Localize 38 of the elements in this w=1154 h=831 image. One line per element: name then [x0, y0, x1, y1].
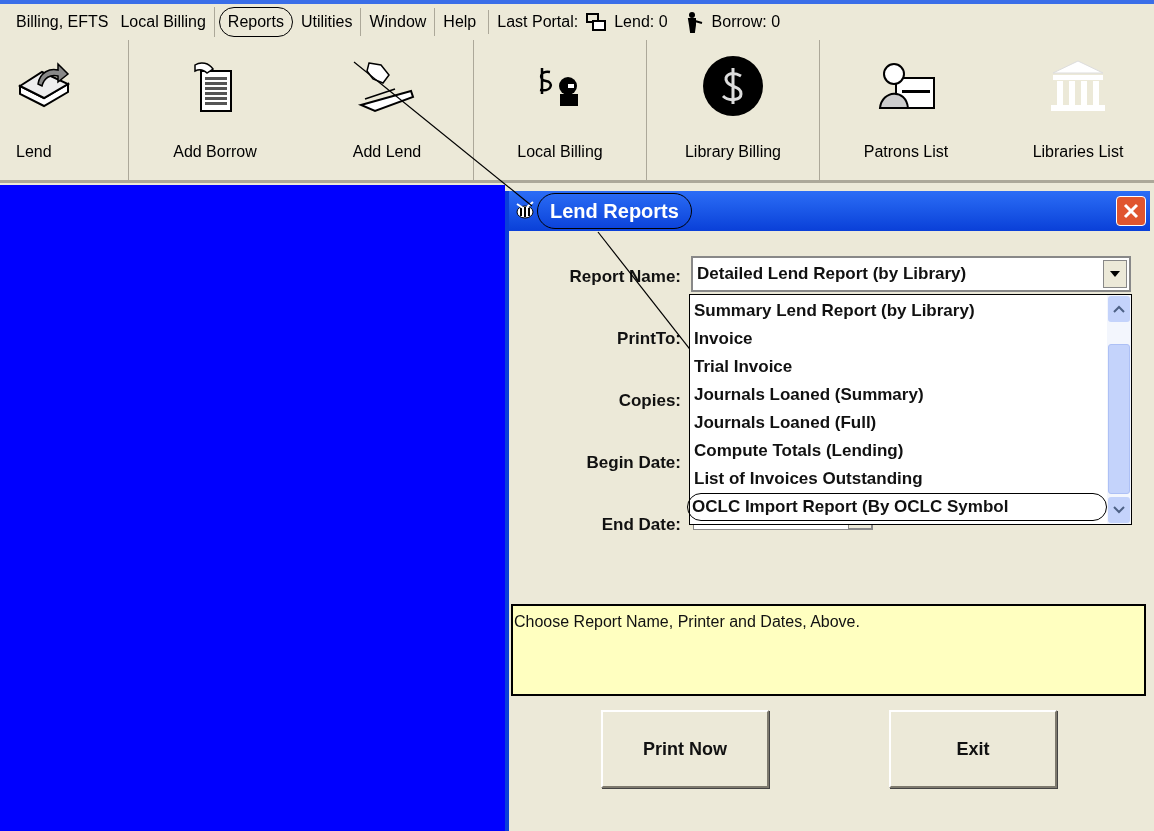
- close-button[interactable]: [1116, 196, 1146, 226]
- toolbar-button[interactable]: Libraries List: [992, 48, 1154, 172]
- field-label: End Date:: [600, 514, 681, 536]
- scroll-down-icon: [1113, 506, 1125, 514]
- menu-item[interactable]: Window: [365, 8, 431, 36]
- toolbar-button[interactable]: Add Borrow: [129, 48, 301, 172]
- person-board-icon: [876, 60, 936, 112]
- hint-text: Choose Report Name, Printer and Dates, Above.: [514, 613, 860, 630]
- dollar-coin-icon: [701, 54, 765, 118]
- lend-count: Lend: 0: [614, 12, 668, 32]
- scroll-thumb[interactable]: [1108, 344, 1130, 494]
- portal-icon: [586, 13, 607, 31]
- dropdown-option[interactable]: Summary Lend Report (by Library): [690, 297, 1107, 325]
- dialog-button[interactable]: Print Now: [601, 710, 769, 788]
- dropdown-option[interactable]: Journals Loaned (Summary): [690, 381, 1107, 409]
- menu-item[interactable]: Utilities: [296, 8, 357, 36]
- columned-building-icon: [1049, 59, 1107, 113]
- dropdown-option[interactable]: Trial Invoice: [690, 353, 1107, 381]
- close-icon: [1123, 203, 1139, 219]
- dialog-button[interactable]: Exit: [889, 710, 1057, 788]
- dropdown-option[interactable]: List of Invoices Outstanding: [690, 465, 1107, 493]
- borrow-count: Borrow: 0: [711, 12, 781, 32]
- caret-icon: [1110, 271, 1120, 277]
- report-name-dropdown[interactable]: Detailed Lend Report (by Library): [691, 256, 1131, 292]
- dropdown-option[interactable]: Journals Loaned (Full): [690, 409, 1107, 437]
- menu-item[interactable]: Local Billing: [116, 8, 210, 36]
- dropdown-option[interactable]: Invoice: [690, 325, 1107, 353]
- toolbar-button[interactable]: Lend: [0, 48, 128, 172]
- toolbar-button[interactable]: Add Lend: [301, 48, 473, 172]
- dropdown-option[interactable]: Compute Totals (Lending): [690, 437, 1107, 465]
- scroll-up-icon: [1113, 305, 1125, 313]
- menu-item[interactable]: Billing, EFTS: [12, 8, 113, 36]
- bee-icon: [513, 200, 537, 222]
- toolbar-button[interactable]: Patrons List: [820, 48, 992, 172]
- menu-item[interactable]: Help: [439, 8, 481, 36]
- toolbar-button[interactable]: Local Billing: [474, 48, 646, 172]
- toolbar-button[interactable]: Library Billing: [647, 48, 819, 172]
- last-portal-label: Last Portal:: [497, 12, 579, 32]
